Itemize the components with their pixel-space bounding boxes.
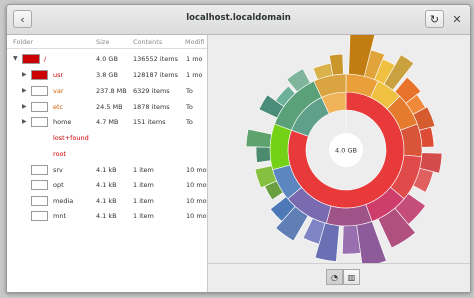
tree-row[interactable]: ▼ / 4.0 GB 136552 items 1 mo bbox=[7, 52, 207, 67]
window-title: localhost.localdomain bbox=[186, 13, 291, 23]
column-header-row: Folder Size Contents Modifi bbox=[7, 35, 207, 49]
folder-color-swatch bbox=[31, 117, 48, 127]
folder-contents: 151 items bbox=[133, 118, 166, 126]
rings-chart[interactable]: 4.0 GB bbox=[208, 29, 470, 268]
folder-color-swatch bbox=[31, 196, 48, 206]
folder-color-swatch bbox=[31, 211, 48, 221]
tree-row[interactable]: ▶ var 237.8 MB 6329 items To bbox=[7, 84, 207, 99]
expander-closed-icon[interactable]: ▶ bbox=[22, 71, 27, 78]
tree-row[interactable]: ▶ usr 3.8 GB 128187 items 1 mo bbox=[7, 68, 207, 83]
folder-modified: 10 mo bbox=[186, 197, 207, 205]
close-button[interactable]: ✕ bbox=[450, 12, 464, 26]
folder-name: usr bbox=[53, 71, 64, 79]
folder-color-swatch bbox=[31, 165, 48, 175]
folder-name: opt bbox=[53, 181, 64, 189]
folder-modified: 10 mo bbox=[186, 166, 207, 174]
ring-segment-child[interactable] bbox=[325, 204, 373, 227]
folder-name: var bbox=[53, 87, 64, 95]
folder-contents: 1878 items bbox=[133, 103, 170, 111]
folder-name: root bbox=[53, 150, 67, 158]
folder-size: 24.5 MB bbox=[96, 103, 123, 111]
tree-row[interactable]: mnt 4.1 kB 1 item 10 mo bbox=[7, 209, 207, 224]
tree-row[interactable]: srv 4.1 kB 1 item 10 mo bbox=[7, 163, 207, 178]
folder-name: srv bbox=[53, 166, 63, 174]
folder-size: 4.0 GB bbox=[96, 55, 118, 63]
folder-size: 237.8 MB bbox=[96, 87, 127, 95]
tree-row[interactable]: media 4.1 kB 1 item 10 mo bbox=[7, 194, 207, 209]
tree-row[interactable]: ▶ etc 24.5 MB 1878 items To bbox=[7, 100, 207, 115]
folder-name: / bbox=[44, 55, 47, 63]
treemap-view-button[interactable]: ▥ bbox=[343, 269, 360, 285]
folder-size: 3.8 GB bbox=[96, 71, 118, 79]
folder-name: lost+found bbox=[53, 134, 89, 142]
tree-row[interactable]: ▶ home 4.7 MB 151 items To bbox=[7, 115, 207, 130]
folder-modified: To bbox=[186, 87, 193, 95]
tree-row[interactable]: opt 4.1 kB 1 item 10 mo bbox=[7, 178, 207, 193]
folder-modified: 10 mo bbox=[186, 181, 207, 189]
folder-name: mnt bbox=[53, 212, 66, 220]
folder-size: 4.1 kB bbox=[96, 181, 117, 189]
ring-segment-leaf[interactable] bbox=[419, 126, 435, 148]
column-contents[interactable]: Contents bbox=[133, 38, 162, 46]
rings-view-button[interactable]: ◔ bbox=[326, 269, 343, 285]
folder-modified: 1 mo bbox=[186, 71, 203, 79]
folder-size: 4.7 MB bbox=[96, 118, 119, 126]
treemap-chart-icon: ▥ bbox=[347, 272, 356, 282]
column-modified[interactable]: Modifi bbox=[185, 38, 205, 46]
folder-color-swatch bbox=[31, 180, 48, 190]
ring-segment-child[interactable] bbox=[269, 123, 292, 171]
reload-button[interactable]: ↻ bbox=[425, 10, 444, 28]
folder-contents: 1 item bbox=[133, 197, 154, 205]
folder-name: media bbox=[53, 197, 74, 205]
reload-icon: ↻ bbox=[429, 12, 440, 26]
folder-contents: 1 item bbox=[133, 181, 154, 189]
tree-row[interactable]: lost+found bbox=[7, 131, 207, 146]
close-icon: ✕ bbox=[452, 12, 462, 26]
tree-row[interactable]: root bbox=[7, 147, 207, 162]
ring-segment-leaf[interactable] bbox=[356, 221, 387, 268]
folder-size: 4.1 kB bbox=[96, 166, 117, 174]
folder-size: 4.1 kB bbox=[96, 212, 117, 220]
folder-color-swatch bbox=[31, 86, 48, 96]
folder-modified: To bbox=[186, 118, 193, 126]
folder-size: 4.1 kB bbox=[96, 197, 117, 205]
folder-modified: 10 mo bbox=[186, 212, 207, 220]
app-window: ‹ localhost.localdomain ↻ ✕ Folder Size … bbox=[6, 4, 471, 293]
folder-color-swatch bbox=[31, 70, 48, 80]
folder-contents: 1 item bbox=[133, 166, 154, 174]
chart-center-label: 4.0 GB bbox=[335, 147, 357, 155]
expander-closed-icon[interactable]: ▶ bbox=[22, 103, 27, 110]
view-switcher-bar: ◔ ▥ bbox=[208, 263, 470, 292]
chart-panel: 4.0 GB ◔ ▥ bbox=[208, 29, 470, 292]
ring-segment-leaf[interactable] bbox=[255, 146, 272, 163]
column-size[interactable]: Size bbox=[96, 38, 109, 46]
folder-name: etc bbox=[53, 103, 64, 111]
rings-chart-icon: ◔ bbox=[331, 272, 338, 282]
expander-closed-icon[interactable]: ▶ bbox=[22, 118, 27, 125]
folder-contents: 1 item bbox=[133, 212, 154, 220]
ring-segment-leaf[interactable] bbox=[245, 128, 273, 148]
expander-open-icon[interactable]: ▼ bbox=[13, 55, 18, 62]
folder-modified: To bbox=[186, 103, 193, 111]
folder-color-swatch bbox=[31, 102, 48, 112]
column-folder[interactable]: Folder bbox=[13, 38, 33, 46]
folder-contents: 6329 items bbox=[133, 87, 170, 95]
folder-color-swatch bbox=[22, 54, 40, 64]
folder-modified: 1 mo bbox=[186, 55, 203, 63]
folder-contents: 136552 items bbox=[133, 55, 178, 63]
folder-name: home bbox=[53, 118, 72, 126]
header-bar: ‹ localhost.localdomain ↻ ✕ bbox=[7, 5, 470, 35]
folder-contents: 128187 items bbox=[133, 71, 178, 79]
expander-closed-icon[interactable]: ▶ bbox=[22, 87, 27, 94]
folder-tree-panel: Folder Size Contents Modifi ▼ / 4.0 GB 1365… bbox=[7, 35, 207, 292]
